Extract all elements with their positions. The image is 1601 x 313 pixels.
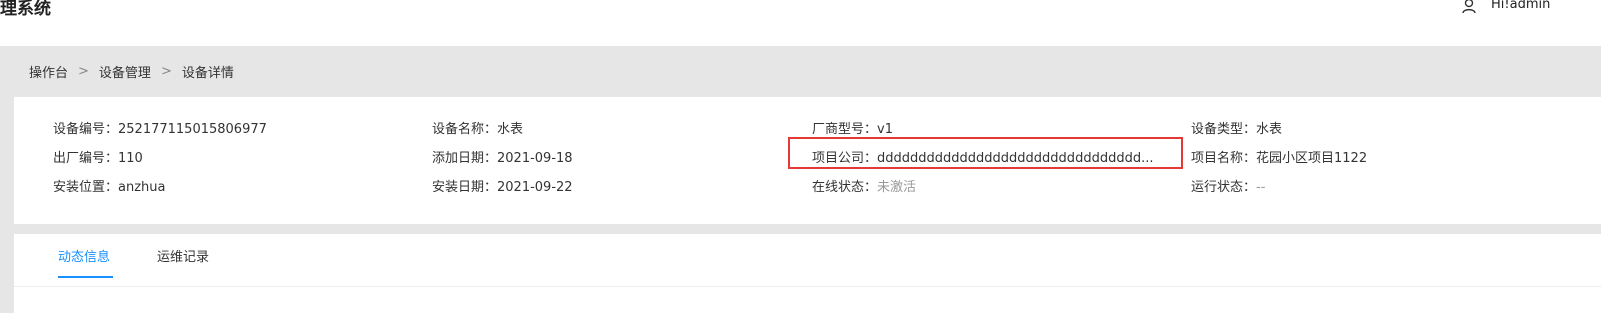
field-label: 在线状态：: [812, 180, 878, 195]
field-label: 添加日期：: [432, 151, 498, 166]
field-run-status: 运行状态：--: [1191, 176, 1265, 195]
field-device-name: 设备名称：水表: [432, 118, 523, 137]
field-added-date: 添加日期：2021-09-18: [432, 147, 573, 166]
field-value: 2021-09-22: [497, 180, 573, 195]
field-value: 252177115015806977: [118, 122, 267, 137]
field-label: 运行状态：: [1191, 180, 1257, 195]
top-header: 理系统 Hi!admin: [0, 0, 1601, 46]
field-device-no: 设备编号：252177115015806977: [53, 118, 267, 137]
field-value: 水表: [497, 122, 524, 137]
breadcrumb: 操作台 > 设备管理 > 设备详情: [29, 62, 234, 81]
field-label: 项目名称：: [1191, 151, 1257, 166]
user-icon[interactable]: [1462, 0, 1476, 14]
breadcrumb-separator: >: [160, 64, 172, 79]
field-value: 2021-09-18: [497, 151, 573, 166]
field-install-location: 安装位置：anzhua: [53, 176, 166, 195]
tab-divider: [14, 286, 1601, 287]
field-label: 出厂编号：: [53, 151, 119, 166]
field-value: 花园小区项目1122: [1256, 151, 1368, 166]
breadcrumb-separator: >: [78, 64, 89, 79]
breadcrumb-item-device-detail: 设备详情: [181, 66, 234, 81]
tab-panel: 动态信息 运维记录: [14, 234, 1601, 313]
field-project-name: 项目名称：花园小区项目1122: [1191, 147, 1367, 166]
field-value: anzhua: [118, 180, 166, 195]
app-title: 理系统: [0, 0, 51, 19]
field-online-status: 在线状态：未激活: [812, 176, 916, 195]
tab-maintenance-records[interactable]: 运维记录: [157, 246, 209, 265]
user-menu[interactable]: Hi!admin: [1491, 0, 1550, 12]
field-factory-no: 出厂编号：110: [53, 147, 143, 166]
field-install-date: 安装日期：2021-09-22: [432, 176, 573, 195]
user-greeting: Hi!admin: [1491, 0, 1551, 12]
breadcrumb-item-device-management[interactable]: 设备管理: [99, 62, 151, 81]
tab-dynamic-info[interactable]: 动态信息: [58, 246, 110, 265]
field-value: 110: [118, 151, 143, 166]
field-label: 安装日期：: [432, 180, 498, 195]
breadcrumb-item-workbench[interactable]: 操作台: [29, 62, 68, 81]
field-label: 设备类型：: [1191, 122, 1257, 137]
field-label: 安装位置：: [53, 180, 119, 195]
active-tab-indicator: [58, 276, 113, 278]
field-label: 设备编号：: [53, 122, 119, 137]
field-value: v1: [877, 122, 893, 137]
field-model: 厂商型号：v1: [812, 118, 893, 137]
field-device-type: 设备类型：水表: [1191, 118, 1282, 137]
status-value: --: [1256, 180, 1266, 195]
field-value: 水表: [1256, 122, 1283, 137]
field-label: 厂商型号：: [812, 122, 878, 137]
status-value: 未激活: [877, 180, 917, 195]
highlight-box: [788, 137, 1183, 169]
field-label: 设备名称：: [432, 122, 498, 137]
